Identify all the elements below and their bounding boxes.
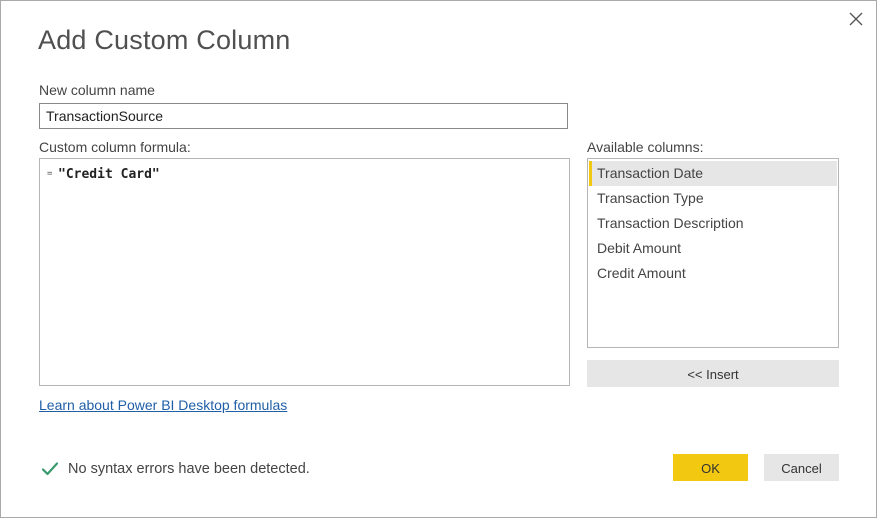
new-column-name-input[interactable] (39, 103, 568, 129)
formula-text: "Credit Card" (58, 167, 160, 182)
new-column-name-label: New column name (39, 82, 155, 98)
add-custom-column-dialog: Add Custom Column New column name Custom… (0, 0, 877, 518)
insert-button[interactable]: << Insert (587, 360, 839, 387)
syntax-status: No syntax errors have been detected. (41, 459, 310, 479)
available-columns-label: Available columns: (587, 139, 704, 155)
dialog-title: Add Custom Column (38, 25, 291, 55)
column-item-transaction-description[interactable]: Transaction Description (589, 211, 837, 236)
syntax-status-text: No syntax errors have been detected. (68, 461, 310, 477)
column-item-transaction-date[interactable]: Transaction Date (589, 161, 837, 186)
learn-formulas-link[interactable]: Learn about Power BI Desktop formulas (39, 397, 287, 413)
column-item-credit-amount[interactable]: Credit Amount (589, 261, 837, 286)
checkmark-icon (41, 462, 59, 476)
available-columns-list[interactable]: Transaction Date Transaction Type Transa… (587, 158, 839, 348)
cancel-button[interactable]: Cancel (764, 454, 839, 481)
formula-editor[interactable]: = "Credit Card" (39, 158, 570, 386)
ok-button[interactable]: OK (673, 454, 748, 481)
column-item-debit-amount[interactable]: Debit Amount (589, 236, 837, 261)
formula-equals-sign: = (47, 169, 53, 179)
close-button[interactable] (846, 9, 866, 29)
column-item-transaction-type[interactable]: Transaction Type (589, 186, 837, 211)
close-icon (849, 12, 863, 26)
custom-column-formula-label: Custom column formula: (39, 139, 191, 155)
